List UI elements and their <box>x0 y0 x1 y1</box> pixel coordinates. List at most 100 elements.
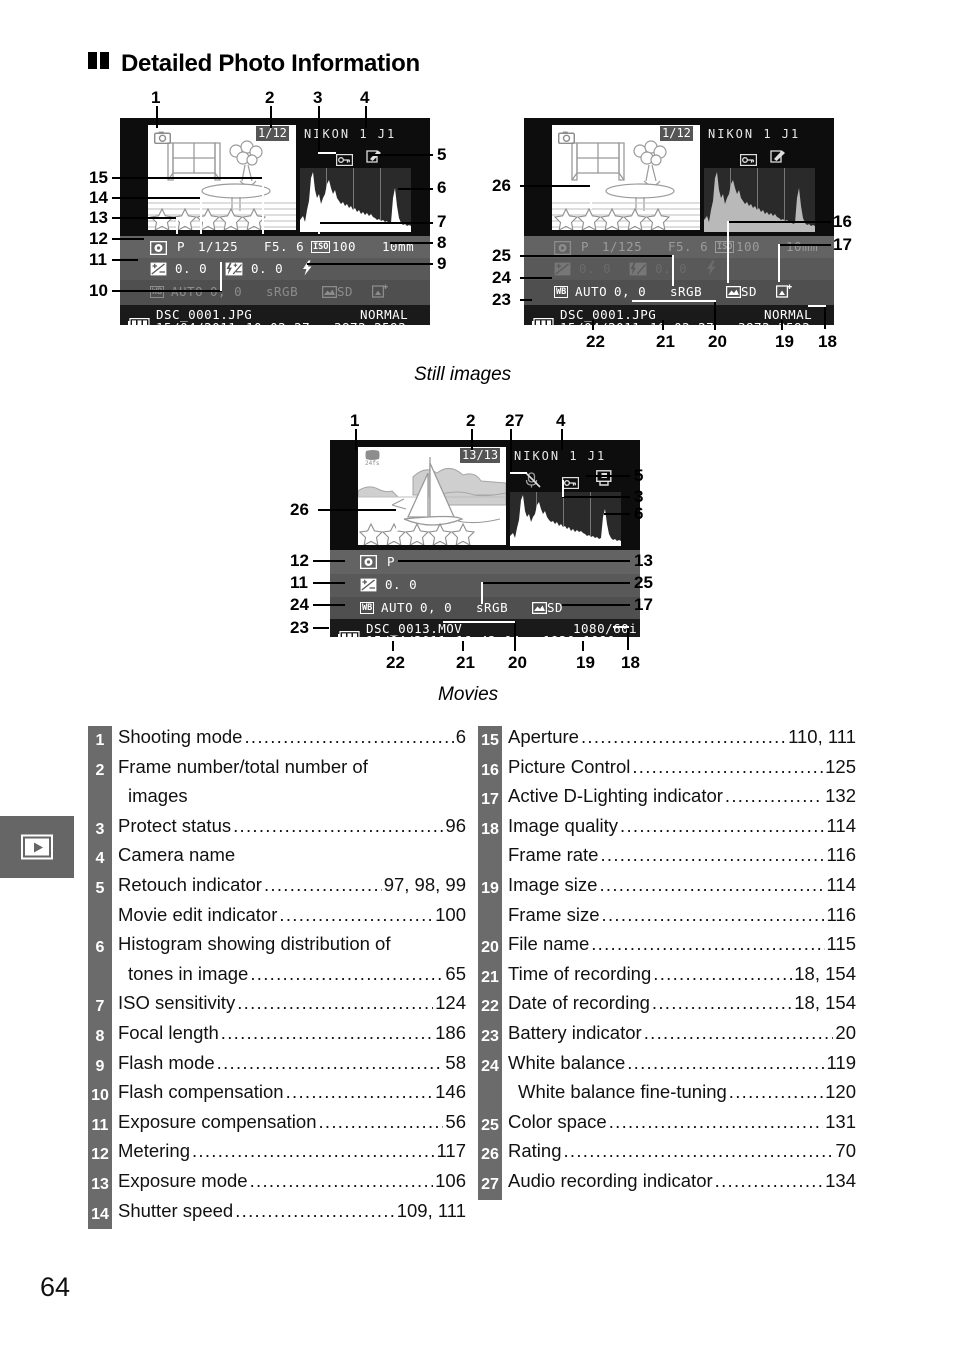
leader-12 <box>112 238 144 240</box>
legend-number-badge: 7 <box>88 992 112 1022</box>
leader-7b <box>318 222 320 234</box>
exposure-compensation-value: 0. 0 <box>385 576 418 592</box>
legend-item-label: Image size <box>508 873 598 895</box>
exposure-mode-value: P <box>581 239 590 254</box>
legend-item: Frame size..............................… <box>478 903 856 934</box>
legend-item: 12 Metering..............................… <box>88 1140 466 1170</box>
callout-12: 12 <box>89 229 108 248</box>
legend-page-number: 65 <box>445 962 466 984</box>
shooting-mode-icon <box>557 129 576 148</box>
legend-number-badge: 21 <box>478 962 502 993</box>
page-title-text: Detailed Photo Information <box>121 50 420 77</box>
legend-page-number: 114 <box>826 814 857 836</box>
callout-m2: 2 <box>466 411 476 430</box>
callout-23: 23 <box>492 290 511 309</box>
legend-number-badge: 18 <box>478 814 502 845</box>
legend-page-number: 20 <box>835 1021 856 1043</box>
callout-19: 19 <box>775 332 794 351</box>
metering-icon <box>359 554 378 573</box>
legend-item-label: Histogram showing distribution of <box>118 933 391 955</box>
leader-20b <box>632 300 716 302</box>
legend-page-number: 109, 111 <box>396 1199 466 1221</box>
leader-17a <box>778 244 831 246</box>
legend-item: 3 Protect status.........................… <box>88 814 466 845</box>
legend-number-badge: 27 <box>478 1169 502 1200</box>
flash-compensation-value: 0. 0 <box>251 260 284 276</box>
aperture-value: F5. 6 <box>668 239 709 254</box>
battery-icon <box>338 627 360 637</box>
legend-page-number: 116 <box>826 844 857 866</box>
leader-7a <box>318 222 433 224</box>
legend-item: 17 Active D-Lighting indicator...........… <box>478 785 856 815</box>
caption-still-images: Still images <box>414 364 512 385</box>
legend-dot-leader: ........................................… <box>279 903 433 925</box>
leader-m12 <box>313 560 345 562</box>
legend-item: 1 Shooting mode..........................… <box>88 726 466 756</box>
legend-item: 5 Retouch indicator......................… <box>88 873 466 904</box>
legend-page-number: 100 <box>435 903 466 925</box>
callout-1: 1 <box>151 88 161 107</box>
legend-page-number: 114 <box>826 873 857 895</box>
leader-m5 <box>586 475 630 477</box>
section-marker-icon <box>88 48 112 76</box>
legend-item-label: Shooting mode <box>118 726 243 747</box>
leader-m20a <box>514 621 516 651</box>
exposure-compensation-value: 0. 0 <box>579 260 612 276</box>
playback-icon <box>21 834 53 860</box>
legend-page-number: 58 <box>445 1051 466 1073</box>
legend-left-column: 1 Shooting mode..........................… <box>88 726 466 1230</box>
legend-item: 2 Frame number/total number of <box>88 755 466 786</box>
legend-item-label: tones in image <box>128 962 249 984</box>
legend-dot-leader: ........................................… <box>580 726 787 747</box>
legend-item: 24 White balance.........................… <box>478 1051 857 1082</box>
leader-16b <box>727 221 729 283</box>
time-of-recording-value: 10:02:27 <box>650 320 714 325</box>
legend-item: Movie edit indicator....................… <box>88 903 466 934</box>
callout-10: 10 <box>89 281 108 300</box>
legend-page-number: 96 <box>445 814 466 836</box>
histogram <box>510 492 621 546</box>
legend-number-badge: 4 <box>88 844 112 874</box>
legend-page-number: 110, 111 <box>788 726 856 747</box>
callout-9: 9 <box>437 254 447 273</box>
audio-off-icon <box>524 471 541 492</box>
legend-page-number: 120 <box>825 1081 856 1103</box>
legend-page-number: 18, 154 <box>794 992 856 1014</box>
leader-m6 <box>604 513 630 515</box>
callout-13: 13 <box>89 208 108 227</box>
legend-dot-leader: ........................................… <box>244 726 453 747</box>
legend-item: Frame rate..............................… <box>478 844 856 874</box>
iso-label: ISO <box>311 241 331 253</box>
color-space-value: sRGB <box>266 284 299 299</box>
legend-dot-leader: ........................................… <box>599 873 825 895</box>
legend-item-label: Exposure mode <box>118 1169 248 1191</box>
frame-number: 1/12 <box>660 126 693 141</box>
legend-item-label: images <box>128 785 188 807</box>
legend-page-number: 119 <box>826 1051 857 1073</box>
legend-item: 22 Date of recording.....................… <box>478 992 856 1022</box>
legend-number-badge: 11 <box>88 1110 112 1141</box>
leader-4 <box>365 106 367 128</box>
callout-17: 17 <box>833 235 852 254</box>
flash-compensation-icon <box>225 261 243 280</box>
movie-mode-icon: 24fs <box>363 449 383 470</box>
leader-22 <box>592 320 594 330</box>
leader-13a <box>112 217 178 219</box>
legend-dot-leader: ........................................… <box>285 1081 434 1103</box>
leader-13b <box>176 217 178 234</box>
legend-item-label: Audio recording indicator <box>508 1169 713 1191</box>
white-balance-fine-tuning-value: 0, 0 <box>614 284 647 299</box>
legend-item: White balance fine-tuning...............… <box>478 1081 856 1111</box>
legend-dot-leader: ........................................… <box>714 1169 824 1191</box>
leader-m18a <box>627 626 629 650</box>
legend-number-badge: 15 <box>478 726 502 756</box>
legend-dot-leader: ........................................… <box>591 933 825 955</box>
callout-m17: 17 <box>634 595 653 614</box>
legend-item: 16 Picture Control.......................… <box>478 755 856 786</box>
date-of-recording-value: 15/04/2011 <box>156 320 236 325</box>
legend-page-number: 132 <box>825 785 856 807</box>
picture-control-icon <box>531 601 548 617</box>
legend-dot-leader: ........................................… <box>643 1021 834 1043</box>
callout-m23: 23 <box>290 618 309 637</box>
legend-dot-leader: ........................................… <box>220 1021 434 1043</box>
